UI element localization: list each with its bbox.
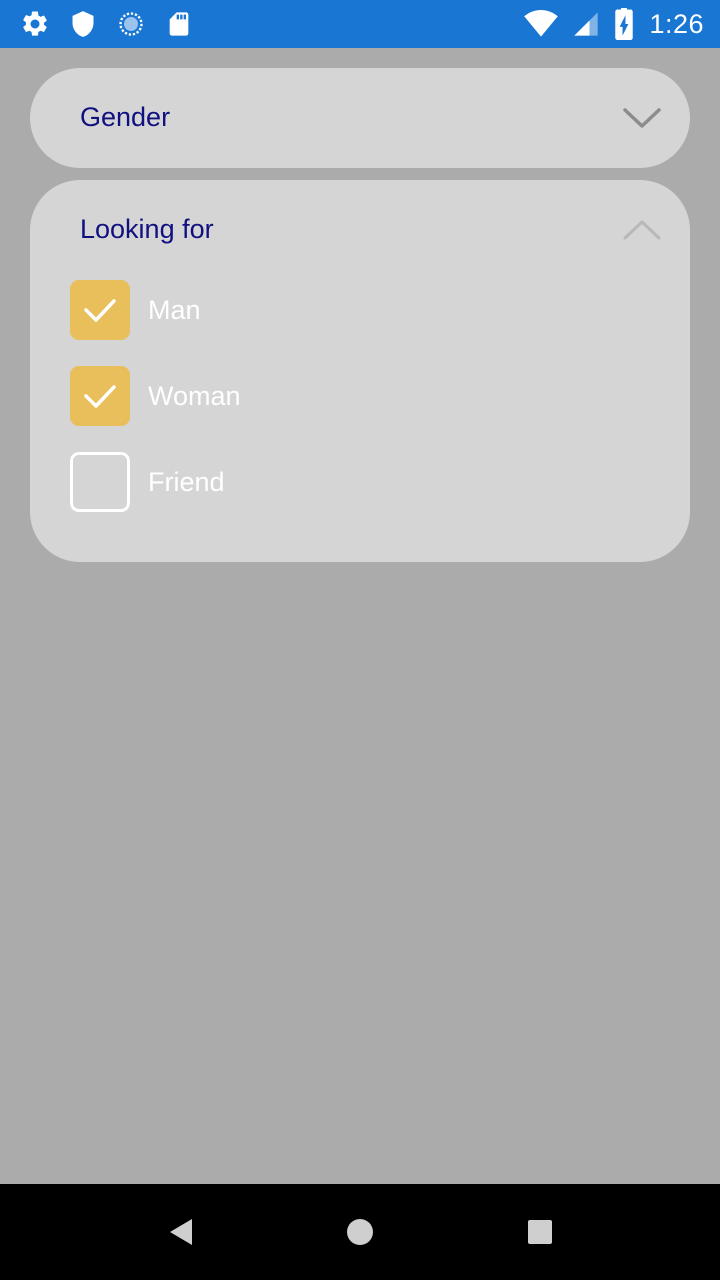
- filter-screen: Gender Looking for Man Woman Friend: [0, 48, 720, 1184]
- signal-icon: [571, 9, 601, 39]
- looking-for-section: Looking for Man Woman Friend: [30, 180, 690, 562]
- settings-icon: [20, 9, 50, 39]
- checkbox-man[interactable]: [70, 280, 130, 340]
- checkmark-icon: [84, 385, 116, 408]
- status-bar: 1:26: [0, 0, 720, 48]
- status-time: 1:26: [649, 8, 704, 39]
- status-left-icons: [20, 8, 194, 40]
- checkbox-friend[interactable]: [70, 452, 130, 512]
- back-icon[interactable]: [160, 1212, 200, 1252]
- option-label-man: Man: [148, 294, 201, 325]
- wifi-icon: [523, 9, 559, 39]
- chevron-down-icon[interactable]: [622, 106, 662, 130]
- recents-icon[interactable]: [520, 1212, 560, 1252]
- gender-section[interactable]: Gender: [30, 68, 690, 168]
- option-label-friend: Friend: [148, 466, 225, 497]
- sync-icon: [116, 9, 146, 39]
- option-woman[interactable]: Woman: [70, 365, 241, 427]
- option-man[interactable]: Man: [70, 279, 201, 341]
- chevron-up-icon[interactable]: [622, 218, 662, 242]
- battery-charging-icon: [613, 8, 635, 40]
- navigation-bar: [0, 1184, 720, 1280]
- home-icon[interactable]: [340, 1212, 380, 1252]
- status-right-icons: 1:26: [523, 8, 704, 40]
- sd-card-icon: [164, 9, 194, 39]
- looking-for-title[interactable]: Looking for: [80, 214, 214, 245]
- gender-title: Gender: [80, 102, 171, 132]
- checkmark-icon: [84, 299, 116, 322]
- shield-icon: [68, 9, 98, 39]
- checkbox-woman[interactable]: [70, 366, 130, 426]
- option-label-woman: Woman: [148, 380, 241, 411]
- option-friend[interactable]: Friend: [70, 451, 225, 513]
